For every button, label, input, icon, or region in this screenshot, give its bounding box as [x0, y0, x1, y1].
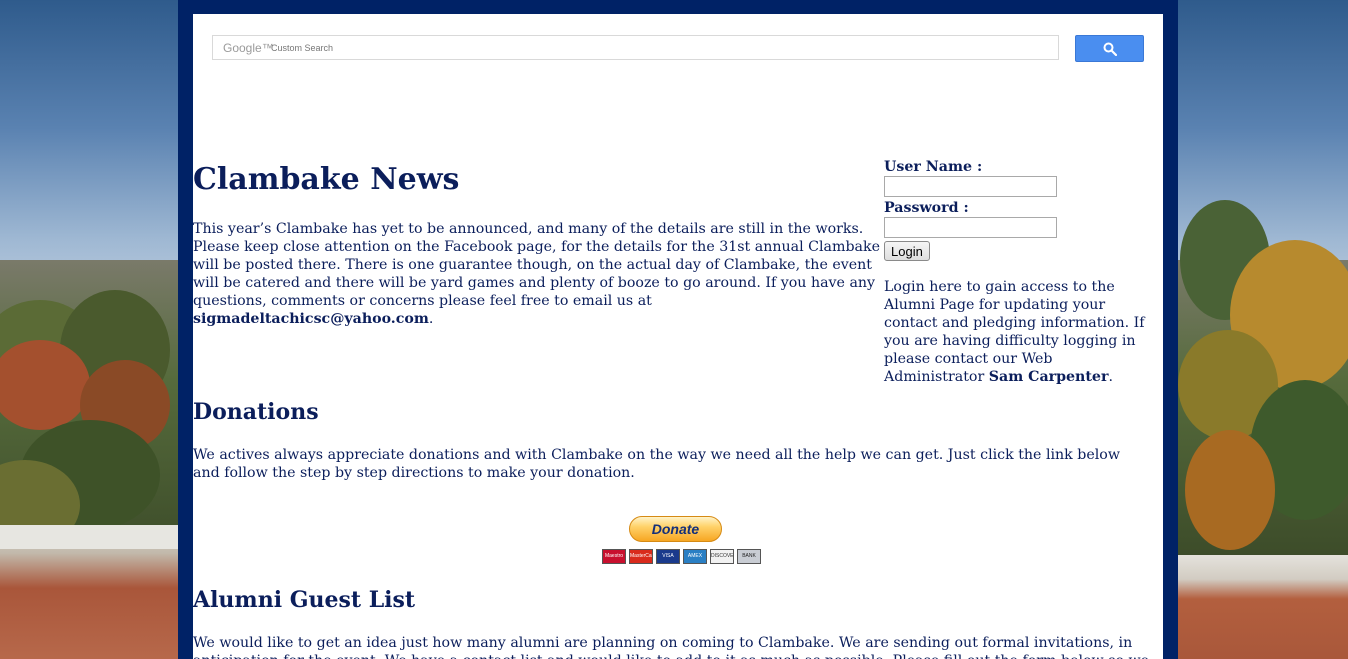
- payment-cards: Maestro MasterCard VISA AMEX DISCOVER BA…: [602, 549, 761, 564]
- bank-icon: BANK: [737, 549, 761, 564]
- google-logo: Google™: [223, 41, 274, 55]
- search-input[interactable]: Google™ Custom Search: [212, 35, 1059, 60]
- content-panel: Google™ Custom Search Clambake News This…: [193, 14, 1163, 659]
- news-body: This year’s Clambake has yet to be annou…: [193, 221, 880, 327]
- login-form: User Name : Password : Login Login here …: [884, 158, 1154, 386]
- donations-heading: Donations: [193, 399, 319, 425]
- admin-name: Sam Carpenter: [988, 369, 1109, 385]
- alumni-body: We would like to get an idea just how ma…: [193, 635, 1149, 659]
- login-info: Login here to gain access to the Alumni …: [884, 279, 1145, 385]
- discover-icon: DISCOVER: [710, 549, 734, 564]
- amex-icon: AMEX: [683, 549, 707, 564]
- visa-icon: VISA: [656, 549, 680, 564]
- donations-body: We actives always appreciate donations a…: [193, 447, 1120, 481]
- donate-button[interactable]: Donate: [629, 516, 722, 542]
- search-placeholder: Custom Search: [271, 43, 334, 53]
- search-button[interactable]: [1075, 35, 1144, 62]
- password-label: Password :: [884, 200, 969, 216]
- login-button[interactable]: Login: [884, 241, 930, 261]
- alumni-heading: Alumni Guest List: [193, 587, 416, 613]
- username-label: User Name :: [884, 159, 983, 175]
- contact-email[interactable]: sigmadeltachicsc@yahoo.com: [193, 311, 429, 327]
- password-field[interactable]: [884, 217, 1057, 238]
- search-icon: [1103, 42, 1117, 56]
- news-heading: Clambake News: [193, 162, 460, 197]
- username-field[interactable]: [884, 176, 1057, 197]
- maestro-icon: Maestro: [602, 549, 626, 564]
- mastercard-icon: MasterCard: [629, 549, 653, 564]
